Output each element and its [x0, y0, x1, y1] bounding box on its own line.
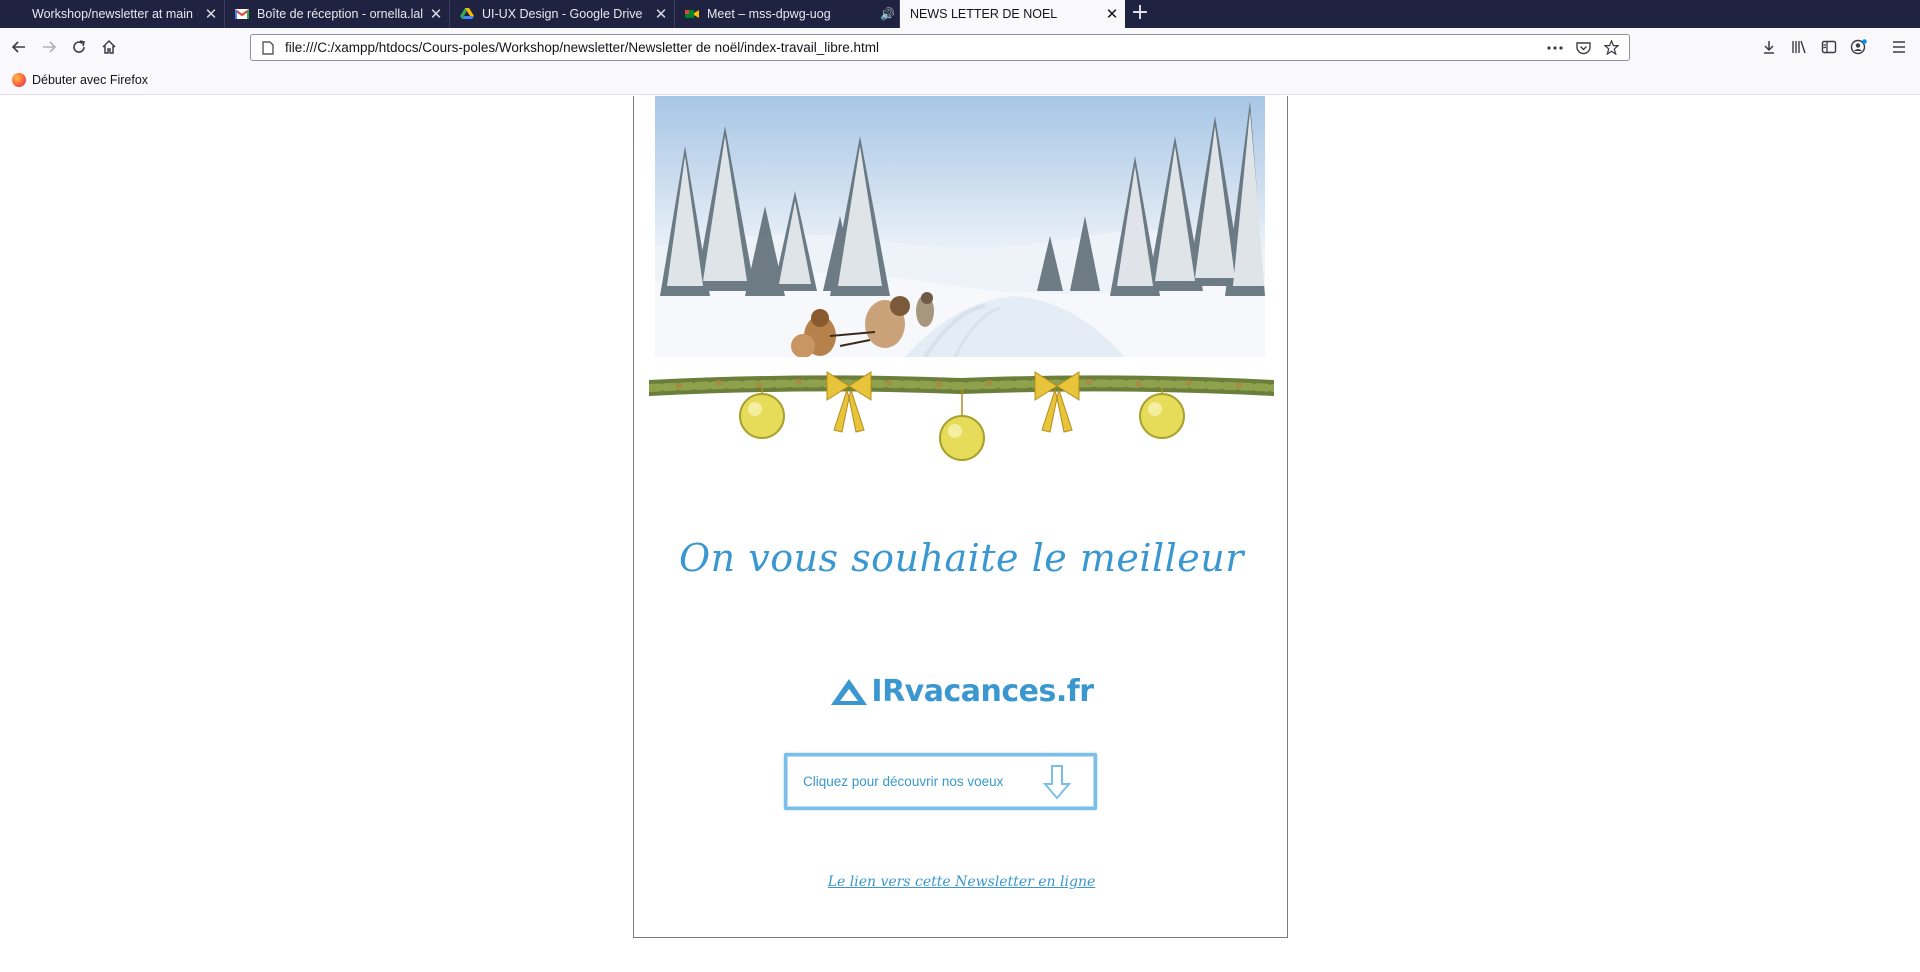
tab-label: UI-UX Design - Google Drive	[482, 7, 643, 21]
logo-triangle-icon	[831, 678, 868, 705]
star-icon	[1603, 40, 1619, 55]
library-button[interactable]	[1784, 32, 1814, 62]
menu-button[interactable]	[1884, 32, 1914, 62]
tab-label: Workshop/newsletter at main ·	[32, 7, 198, 21]
page-icon	[257, 40, 279, 55]
github-icon	[10, 7, 24, 21]
sidebar-button[interactable]	[1814, 32, 1844, 62]
new-tab-button[interactable]: +	[1125, 0, 1155, 28]
bookmark-label: Débuter avec Firefox	[32, 73, 149, 87]
winter-sled-dogs-image	[655, 96, 1265, 357]
tab-label: Meet – mss-dpwg-uog	[707, 7, 831, 21]
toolbar-right	[1754, 32, 1914, 62]
speaker-icon[interactable]: 🔊	[880, 7, 895, 21]
tab-github[interactable]: Workshop/newsletter at main · ✕	[0, 0, 225, 28]
cta-label: Cliquez pour découvrir nos voeux	[803, 774, 1004, 789]
firefox-icon	[12, 73, 26, 87]
airvacances-logo[interactable]: IRvacances.fr	[634, 674, 1289, 709]
download-icon	[1764, 41, 1774, 54]
close-icon[interactable]: ✕	[648, 5, 674, 23]
arrow-down-icon	[1042, 764, 1072, 800]
sidebar-icon	[1821, 40, 1837, 54]
back-arrow-icon	[11, 41, 25, 53]
gmail-icon	[234, 7, 250, 21]
newsletter-container: On vous souhaite le meilleur IRvacances.…	[633, 96, 1288, 938]
google-drive-icon	[460, 7, 474, 21]
account-icon	[1850, 39, 1867, 55]
pocket-icon	[1575, 41, 1591, 54]
home-icon	[102, 39, 116, 54]
tab-newsletter[interactable]: NEWS LETTER DE NOEL ✕	[900, 0, 1125, 28]
tab-label: Boîte de réception - ornella.lall	[257, 7, 423, 21]
forward-button[interactable]	[34, 32, 64, 62]
meet-icon	[685, 7, 699, 21]
tab-strip: Workshop/newsletter at main · ✕ Boîte de…	[0, 0, 1920, 28]
navigation-toolbar: file:///C:/xampp/htdocs/Cours-poles/Work…	[0, 28, 1920, 66]
bookmark-getting-started[interactable]: Débuter avec Firefox	[12, 73, 148, 87]
close-icon[interactable]: ✕	[198, 5, 224, 23]
address-bar[interactable]: file:///C:/xampp/htdocs/Cours-poles/Work…	[250, 34, 1630, 61]
page-viewport: On vous souhaite le meilleur IRvacances.…	[0, 96, 1920, 972]
forward-arrow-icon	[43, 41, 57, 53]
pocket-button[interactable]	[1569, 41, 1597, 55]
discover-wishes-button[interactable]: Cliquez pour découvrir nos voeux	[784, 753, 1097, 810]
home-button[interactable]	[94, 32, 124, 62]
downloads-button[interactable]	[1754, 32, 1784, 62]
logo-text: IRvacances.fr	[871, 674, 1094, 709]
tab-meet[interactable]: Meet – mss-dpwg-uog 🔊	[675, 0, 900, 28]
url-text[interactable]: file:///C:/xampp/htdocs/Cours-poles/Work…	[279, 40, 1541, 55]
tab-google-drive[interactable]: UI-UX Design - Google Drive ✕	[450, 0, 675, 28]
tab-label: NEWS LETTER DE NOEL	[910, 7, 1058, 21]
page-actions-button[interactable]	[1541, 45, 1569, 50]
account-button[interactable]	[1844, 32, 1874, 62]
reload-button[interactable]	[64, 32, 94, 62]
close-icon[interactable]: ✕	[1099, 5, 1125, 23]
back-button[interactable]	[4, 32, 34, 62]
more-dots-icon	[1547, 45, 1563, 50]
close-icon[interactable]: ✕	[423, 5, 449, 23]
reload-icon	[73, 40, 85, 53]
online-version-link[interactable]: Le lien vers cette Newsletter en ligne	[634, 874, 1289, 890]
headline: On vous souhaite le meilleur	[679, 536, 1244, 580]
bookmark-star-button[interactable]	[1597, 40, 1625, 55]
hamburger-menu-icon	[1893, 41, 1905, 53]
christmas-garland-image	[649, 371, 1274, 461]
tab-gmail[interactable]: Boîte de réception - ornella.lall ✕	[225, 0, 450, 28]
bookmarks-toolbar: Débuter avec Firefox	[0, 66, 1920, 95]
library-icon	[1792, 40, 1806, 54]
